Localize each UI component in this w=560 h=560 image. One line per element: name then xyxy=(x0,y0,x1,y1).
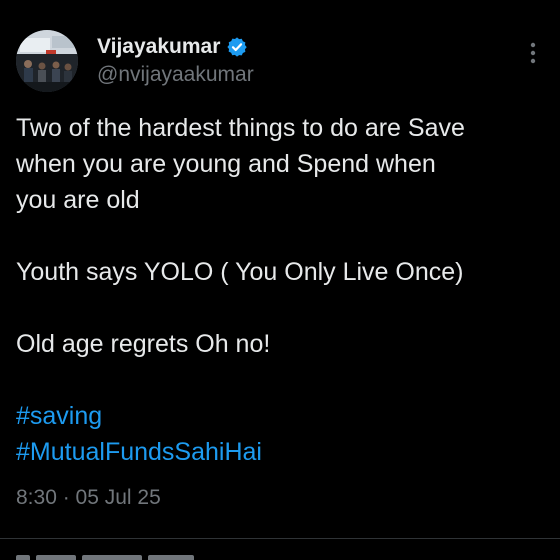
avatar-photo xyxy=(16,30,78,92)
partially-visible-row xyxy=(16,554,236,560)
tweet-line: you are old xyxy=(16,186,140,214)
divider xyxy=(0,538,560,539)
author-handle[interactable]: @nvijayaakumar xyxy=(97,62,254,88)
author-name-row[interactable]: Vijayakumar xyxy=(97,33,248,61)
more-options-button[interactable] xyxy=(518,36,548,70)
tweet-line: when you are young and Spend when xyxy=(16,150,436,178)
hashtag-link-mutualfundssahihai[interactable]: #MutualFundsSahiHai xyxy=(16,438,262,466)
tweet-line: Old age regrets Oh no! xyxy=(16,330,271,358)
avatar[interactable] xyxy=(16,30,78,92)
hashtag-link-saving[interactable]: #saving xyxy=(16,402,102,430)
verified-badge-icon xyxy=(226,36,248,58)
tweet-timestamp[interactable]: 8:30 · 05 Jul 25 xyxy=(16,484,161,512)
more-vertical-icon xyxy=(530,42,536,64)
tweet-text: Two of the hardest things to do are Save… xyxy=(16,110,548,470)
tweet-line: Youth says YOLO ( You Only Live Once) xyxy=(16,258,464,286)
author-display-name[interactable]: Vijayakumar xyxy=(97,33,220,61)
tweet-line: Two of the hardest things to do are Save xyxy=(16,114,465,142)
